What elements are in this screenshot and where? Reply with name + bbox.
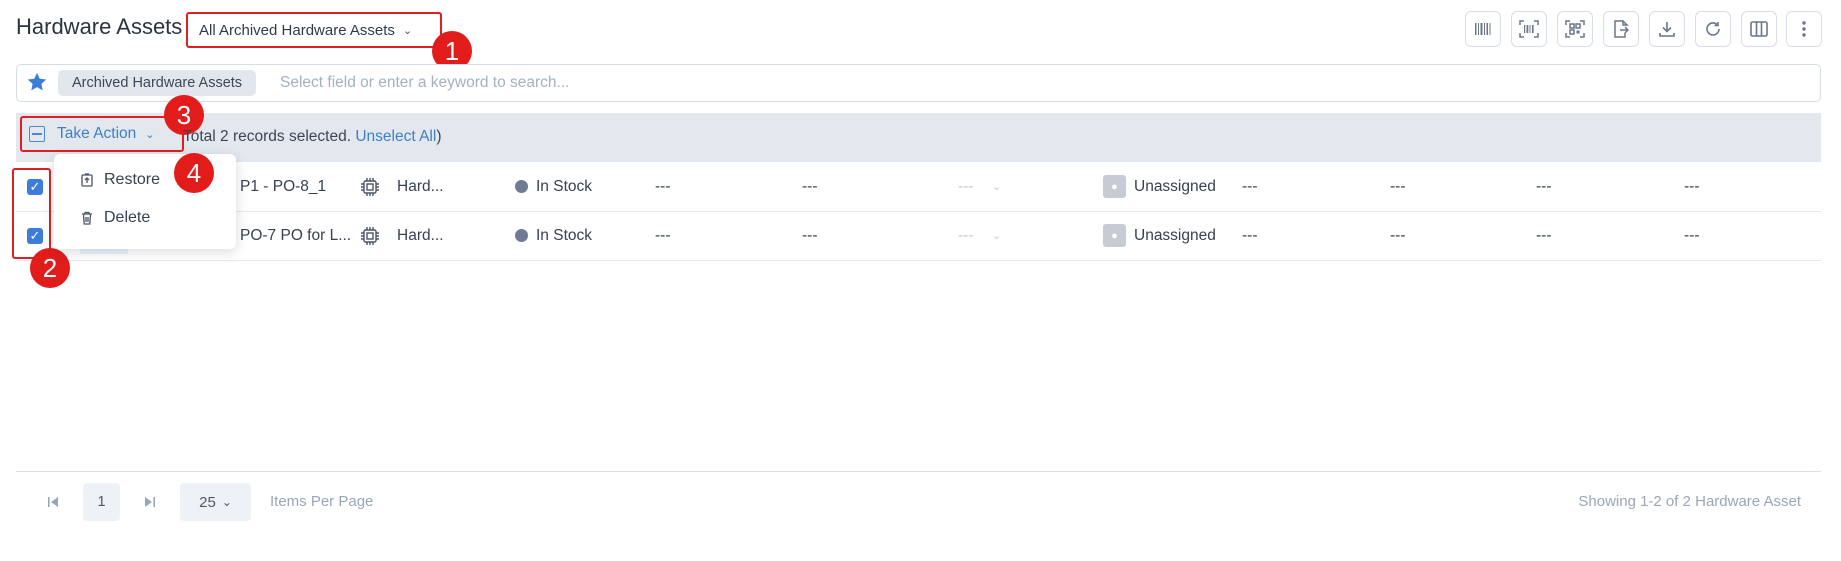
download-icon [1659, 22, 1675, 37]
chevron-down-icon[interactable]: ⌄ [992, 180, 1001, 193]
annotation-marker-4: 4 [174, 153, 214, 193]
columns-button[interactable] [1741, 11, 1777, 47]
footer-divider [16, 471, 1821, 472]
refresh-icon [1706, 22, 1720, 36]
table-cell: --- [1242, 178, 1258, 195]
asset-type: Hard... [397, 227, 444, 244]
export-button[interactable] [1603, 11, 1639, 47]
trash-icon [80, 211, 94, 225]
last-page-icon [145, 497, 155, 507]
scan-barcode-icon [1519, 20, 1539, 38]
more-options-button[interactable] [1786, 11, 1822, 47]
user-avatar-icon: ● [1103, 175, 1126, 198]
table-cell[interactable]: --- [958, 227, 974, 245]
table-cell: --- [655, 227, 671, 244]
star-icon[interactable] [26, 71, 48, 98]
columns-icon [1750, 21, 1768, 37]
items-per-page-label: Items Per Page [270, 493, 374, 510]
hardware-chip-icon [360, 226, 380, 251]
status-label: In Stock [536, 227, 592, 244]
export-icon [1614, 20, 1629, 38]
table-cell[interactable]: --- [958, 178, 974, 196]
page-size-select[interactable]: 25 ⌄ [180, 483, 251, 521]
menu-item-delete[interactable]: Delete [80, 209, 150, 227]
menu-item-label: Restore [104, 171, 161, 188]
asset-type: Hard... [397, 178, 444, 195]
download-button[interactable] [1649, 11, 1685, 47]
selection-summary: Total 2 records selected. Unselect All) [183, 128, 442, 145]
barcode-button[interactable] [1465, 11, 1501, 47]
take-action-button[interactable]: Take Action ⌄ [20, 116, 184, 152]
table-cell: --- [802, 178, 818, 195]
pagination-summary: Showing 1-2 of 2 Hardware Asset [1578, 493, 1801, 510]
view-selector-dropdown[interactable]: All Archived Hardware Assets ⌄ [186, 12, 442, 48]
more-vertical-icon [1802, 21, 1806, 37]
page-title: Hardware Assets [16, 14, 183, 39]
select-all-checkbox[interactable] [29, 126, 45, 142]
unselect-all-link[interactable]: Unselect All [355, 128, 436, 145]
first-page-icon [48, 497, 58, 507]
menu-item-label: Delete [104, 209, 151, 226]
saved-filter-chip[interactable]: Archived Hardware Assets [58, 70, 257, 96]
status-dot [515, 229, 528, 242]
table-cell: --- [1390, 227, 1406, 244]
view-selector-label: All Archived Hardware Assets [199, 21, 395, 39]
search-input[interactable] [278, 70, 978, 96]
status-label: In Stock [536, 178, 592, 195]
page-size-value: 25 [199, 493, 216, 511]
selection-count-text: Total 2 records selected. [183, 128, 352, 145]
status-dot [515, 180, 528, 193]
scan-barcode-button[interactable] [1511, 11, 1547, 47]
table-cell: --- [1242, 227, 1258, 244]
table-cell: --- [1390, 178, 1406, 195]
table-cell: --- [655, 178, 671, 195]
hardware-chip-icon [360, 177, 380, 202]
qr-scan-button[interactable] [1557, 11, 1593, 47]
current-page-button[interactable]: 1 [83, 483, 120, 521]
asset-name[interactable]: PO-7 PO for L... [240, 227, 351, 245]
table-cell: --- [802, 227, 818, 244]
table-cell: --- [1536, 178, 1552, 195]
first-page-button[interactable] [42, 483, 64, 521]
menu-item-restore[interactable]: Restore [80, 171, 160, 189]
qr-scan-icon [1565, 20, 1585, 38]
checkbox-highlight-frame [12, 168, 51, 259]
take-action-label: Take Action [57, 125, 137, 142]
assignee-label[interactable]: Unassigned [1134, 227, 1216, 245]
table-cell: --- [1684, 178, 1700, 195]
chevron-down-icon[interactable]: ⌄ [992, 229, 1001, 242]
refresh-button[interactable] [1695, 11, 1731, 47]
restore-icon [80, 173, 94, 187]
barcode-icon [1475, 23, 1491, 35]
table-cell: --- [1684, 227, 1700, 244]
annotation-marker-2: 2 [30, 248, 70, 288]
chevron-down-icon: ⌄ [145, 128, 155, 141]
table-cell: --- [1536, 227, 1552, 244]
chevron-down-icon: ⌄ [221, 495, 232, 509]
asset-name[interactable]: P1 - PO-8_1 [240, 178, 326, 196]
last-page-button[interactable] [139, 483, 161, 521]
chevron-down-icon: ⌄ [402, 24, 413, 37]
assignee-label[interactable]: Unassigned [1134, 178, 1216, 196]
user-avatar-icon: ● [1103, 224, 1126, 247]
